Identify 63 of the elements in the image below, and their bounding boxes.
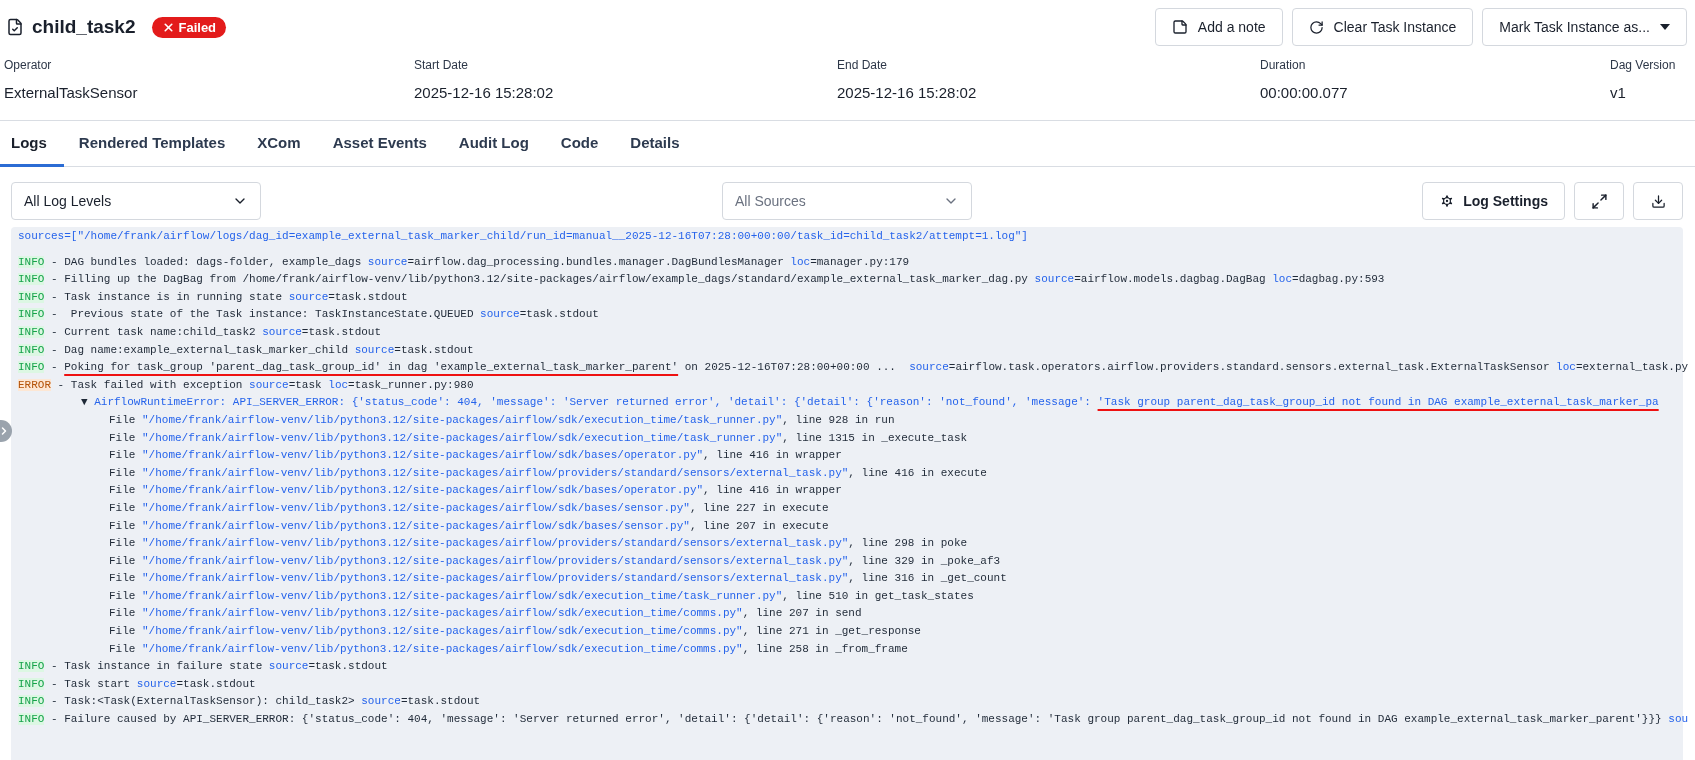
close-icon [161,20,175,34]
fullscreen-button[interactable] [1574,182,1624,220]
log-line: File "/home/frank/airflow-venv/lib/python3.12/site-packages/airflow/sdk/execution_time/comms.py", line 271 in _get_response [108,624,921,640]
detail-label: End Date [837,58,889,72]
detail-value: ExternalTaskSensor [4,84,139,101]
log-line: File "/home/frank/airflow-venv/lib/python3.12/site-packages/airflow/providers/standard/sensors/external_task.py", line 298 in poke [108,536,968,552]
log-line: ERROR - Task failed with exception source=task loc=task_runner.py:980 [18,377,474,393]
log-line: INFO - Dag name:example_external_task_marker_child source=task.stdout [18,342,474,358]
log-level-select[interactable]: All Log Levels [11,182,261,220]
log-settings-button[interactable]: Log Settings [1422,182,1565,220]
log-line: File "/home/frank/airflow-venv/lib/python3.12/site-packages/airflow/providers/standard/sensors/external_task.py", line 316 in _get_count [108,571,1007,587]
log-line: INFO - Task start source=task.stdout [18,676,256,692]
log-line: INFO - Poking for task_group 'parent_dag_task_group_id' in dag 'example_external_task_marker_parent' on 2025-12-16T07:28:00+00:00 ... source=airflow.task.operators.airflow.providers.standard.sensors.external_task.ExternalTaskSensor loc=external_task.py [18,360,1689,376]
refresh-icon [1308,19,1324,35]
tab[interactable]: Rendered Templates [67,121,243,167]
log-line: File "/home/frank/airflow-venv/lib/python3.12/site-packages/airflow/sdk/bases/sensor.py", line 227 in execute [108,500,829,516]
source-select[interactable]: All Sources [722,182,972,220]
tab[interactable]: Audit Log [447,121,546,167]
mark-as-button[interactable]: Mark Task Instance as... [1482,8,1687,46]
log-line: INFO - Current task name:child_task2 source=task.stdout [18,324,382,340]
detail-label: Start Date [414,58,470,72]
log-line: File "/home/frank/airflow-venv/lib/python3.12/site-packages/airflow/sdk/execution_time/comms.py", line 207 in send [108,606,862,622]
log-line: INFO - Filling up the DagBag from /home/frank/airflow-venv/lib/python3.12/site-packages/airflow/example_dags/standard/example_external_task_marker_dag.py source=airflow.models.dagbag.DagBag loc=dagbag.py:593 [18,272,1385,288]
tab[interactable]: Logs [0,121,64,167]
download-icon [1650,193,1666,209]
file-check-icon [6,18,24,36]
detail-label: Operator [4,58,53,72]
log-line: INFO - Previous state of the Task instance: TaskInstanceState.QUEUED source=task.stdout [18,307,599,323]
log-line: File "/home/frank/airflow-venv/lib/python3.12/site-packages/airflow/sdk/execution_time/task_runner.py", line 1315 in _execute_task [108,430,968,446]
log-line: File "/home/frank/airflow-venv/lib/python3.12/site-packages/airflow/sdk/execution_time/task_runner.py", line 928 in run [108,412,895,428]
expand-icon [1590,192,1608,210]
log-line: sources=["/home/frank/airflow/logs/dag_id=example_external_task_marker_child/run_id=manual__2025-12-16T07:28:00+00:00/task_id=child_task2/attempt=1.log"] [18,229,1028,244]
log-line: INFO - DAG bundles loaded: dags-folder, example_dags source=airflow.dag_processing.bundles.manager.DagBundlesManager loc=manager.py:179 [18,254,910,270]
status-badge: Failed [151,16,227,38]
log-line: File "/home/frank/airflow-venv/lib/python3.12/site-packages/airflow/providers/standard/sensors/external_task.py", line 329 in _poke_af3 [108,553,1001,569]
tab[interactable]: XCom [246,121,318,167]
detail-value: v1 [1610,84,1627,101]
settings-icon [1439,193,1456,209]
clear-button[interactable]: Clear Task Instance [1291,8,1474,46]
detail-value: 2025-12-16 15:28:02 [837,84,978,101]
tab[interactable]: Details [619,121,697,167]
log-line: INFO - Task:<Task(ExternalTaskSensor): child_task2> source=task.stdout [18,694,481,710]
tab[interactable]: Code [549,121,616,167]
log-line: File "/home/frank/airflow-venv/lib/python3.12/site-packages/airflow/sdk/execution_time/comms.py", line 258 in _from_frame [108,641,908,657]
log-line: ▼ AirflowRuntimeError: API_SERVER_ERROR: {'status_code': 404, 'message': 'Server returned error', 'detail': {'detail': {'reason': 'not_found', 'message': 'Task group parent_dag_task_group_id not found in DAG example_external_task_marker_pa [80,395,1659,411]
log-line: INFO - Task instance in failure state source=task.stdout [18,659,388,675]
log-line: INFO - Task instance is in running state source=task.stdout [18,289,408,305]
log-line: File "/home/frank/airflow-venv/lib/python3.12/site-packages/airflow/sdk/bases/operator.py", line 416 in wrapper [108,448,842,464]
tab[interactable]: Asset Events [321,121,444,167]
log-line: INFO - Failure caused by API_SERVER_ERROR: {'status_code': 404, 'message': 'Server returned error', 'detail': {'detail': {'reason': 'not_found', 'message': 'Task group parent_dag_task_group_id not found in DAG example_external_task_marker_parent'}}} sou [18,712,1689,728]
detail-value: 2025-12-16 15:28:02 [414,84,555,101]
caret-icon [1660,24,1670,30]
detail-label: Dag Version [1610,58,1677,72]
task-title: child_task2 [32,16,136,38]
note-icon [1171,19,1188,35]
log-line: File "/home/frank/airflow-venv/lib/python3.12/site-packages/airflow/sdk/bases/sensor.py", line 207 in execute [108,518,829,534]
add-note-button[interactable]: Add a note [1154,8,1283,46]
detail-value: 00:00:00.077 [1260,84,1349,101]
download-button[interactable] [1633,182,1683,220]
log-line: File "/home/frank/airflow-venv/lib/python3.12/site-packages/airflow/sdk/bases/operator.py", line 416 in wrapper [108,483,842,499]
detail-label: Duration [1260,58,1307,72]
log-line: File "/home/frank/airflow-venv/lib/python3.12/site-packages/airflow/providers/standard/sensors/external_task.py", line 416 in execute [108,465,987,481]
log-line: File "/home/frank/airflow-venv/lib/python3.12/site-packages/airflow/sdk/execution_time/task_runner.py", line 510 in get_task_states [108,588,974,604]
